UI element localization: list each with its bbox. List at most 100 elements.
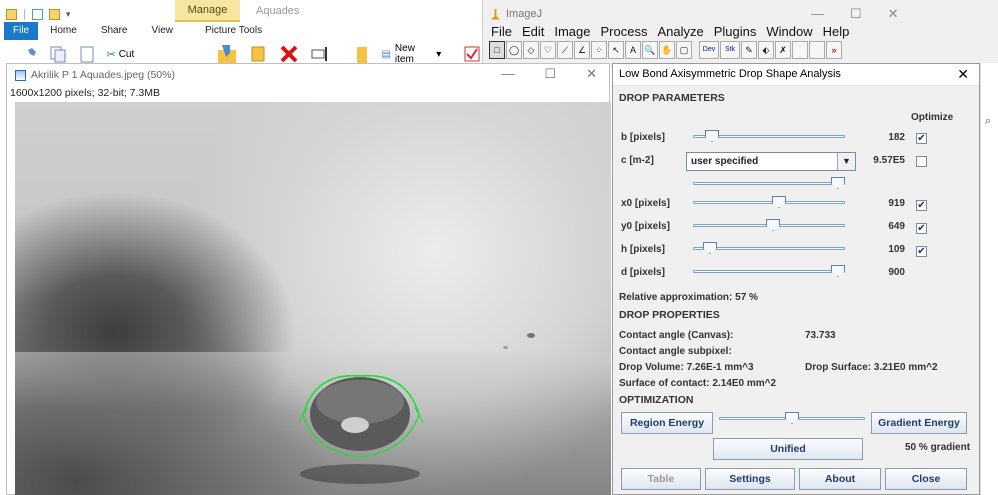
properties-icon[interactable] [31,8,43,20]
freehand-tool-icon[interactable]: ♡ [540,41,556,59]
drop-image-canvas[interactable] [15,102,611,495]
more-tools-icon[interactable]: » [826,41,842,59]
close-icon[interactable]: ✕ [957,66,969,83]
folder-icon[interactable] [6,8,17,20]
lbadsa-dialog: Low Bond Axisymmetric Drop Shape Analysi… [612,63,980,495]
y0-optimize-checkbox[interactable]: ✔ [916,223,927,234]
tab-view[interactable]: View [140,22,186,40]
qat-dropdown-icon[interactable]: ▾ [66,9,71,20]
rectangle-tool-icon[interactable]: □ [489,41,505,59]
stack-tool-icon[interactable]: Stk [720,41,740,59]
menu-process[interactable]: Process [601,24,648,39]
quick-access-toolbar: | ▾ [6,6,70,22]
search-icon[interactable]: ⌕ [985,115,991,128]
new-folder-icon[interactable] [48,8,60,20]
flood-fill-tool-icon[interactable]: ⬖ [758,41,774,59]
about-button[interactable]: About [799,468,881,490]
dropper-tool-icon[interactable]: ▢ [676,41,692,59]
imagej-window: ImageJ — ☐ ✕ File Edit Image Process Ana… [482,0,998,68]
menu-analyze[interactable]: Analyze [657,24,703,39]
cut-label[interactable]: Cut [119,49,135,60]
image-window-controls: — ☐ ✕ [501,66,597,82]
imagej-logo-icon [491,8,500,20]
x0-slider[interactable] [693,196,845,208]
imagej-menubar: File Edit Image Process Analyze Plugins … [491,24,849,39]
line-tool-icon[interactable]: ⟋ [557,41,573,59]
pin-icon[interactable] [22,46,37,62]
dev-tool-icon[interactable]: Dev [699,41,719,59]
minimize-icon[interactable]: — [811,6,824,22]
unified-button[interactable]: Unified [713,438,863,460]
copy-icon[interactable] [49,45,66,63]
menu-edit[interactable]: Edit [522,24,544,39]
section-optimization: OPTIMIZATION [619,394,694,406]
tab-home[interactable]: Home [38,22,89,40]
magnifier-tool-icon[interactable]: 🔍 [642,41,658,59]
new-item-button[interactable]: ▤ New item ▾ [381,43,441,65]
contact-angle-canvas-value: 73.733 [805,330,836,341]
settings-button[interactable]: Settings [705,468,795,490]
c-optimize-checkbox[interactable] [916,156,927,167]
empty-tool-slot[interactable] [809,41,825,59]
text-tool-icon[interactable]: A [625,41,641,59]
contact-angle-canvas-label: Contact angle (Canvas): [619,330,734,341]
folder-move-icon[interactable] [216,43,237,65]
section-drop-properties: DROP PROPERTIES [619,309,720,321]
table-button[interactable]: Table [621,468,701,490]
dialog-title: Low Bond Axisymmetric Drop Shape Analysi… [619,68,841,80]
x0-optimize-checkbox[interactable]: ✔ [916,200,927,211]
tab-share[interactable]: Share [89,22,140,40]
c-slider[interactable] [693,177,845,189]
b-slider[interactable] [693,130,845,142]
rename-icon[interactable] [310,44,329,64]
point-tool-icon[interactable]: ⁘ [591,41,607,59]
empty-tool-slot[interactable] [792,41,808,59]
oval-tool-icon[interactable]: ◯ [506,41,522,59]
chevron-down-icon: ▾ [436,48,442,60]
d-slider[interactable] [693,265,845,277]
param-value: 900 [888,267,905,278]
c-mode-select[interactable]: user specified ▼ [686,152,856,171]
angle-tool-icon[interactable]: ∠ [574,41,590,59]
maximize-icon[interactable]: ☐ [544,66,556,82]
brush-tool-icon[interactable]: ✎ [741,41,757,59]
maximize-icon[interactable]: ☐ [850,6,862,22]
optimization-weight-slider[interactable] [719,412,865,424]
gradient-energy-button[interactable]: Gradient Energy [871,412,967,434]
region-energy-button[interactable]: Region Energy [621,412,713,434]
wand-tool-icon[interactable]: ↖ [608,41,624,59]
param-value: 109 [888,244,905,255]
menu-plugins[interactable]: Plugins [714,24,757,39]
tab-file[interactable]: File [4,22,39,40]
param-value: 649 [888,221,905,232]
polygon-tool-icon[interactable]: ◇ [523,41,539,59]
menu-image[interactable]: Image [554,24,590,39]
paste-icon[interactable] [78,45,95,63]
section-drop-parameters: DROP PARAMETERS [619,92,725,104]
h-slider[interactable] [693,242,845,254]
tab-picture-tools[interactable]: Picture Tools [193,22,274,40]
new-folder-icon[interactable] [353,43,370,65]
delete-icon[interactable] [279,44,298,64]
drop-surface: Drop Surface: 3.21E0 mm^2 [805,362,938,373]
y0-slider[interactable] [693,219,845,231]
menu-file[interactable]: File [491,24,512,39]
copy-to-icon[interactable] [249,44,268,64]
close-icon[interactable]: ✕ [888,6,899,22]
b-optimize-checkbox[interactable]: ✔ [916,133,927,144]
hand-tool-icon[interactable]: ✋ [659,41,675,59]
select-icon[interactable] [463,45,480,63]
param-label: h [pixels] [621,244,665,255]
param-label: b [pixels] [621,132,665,143]
close-icon[interactable]: ✕ [586,66,597,82]
param-label: x0 [pixels] [621,198,670,209]
h-optimize-checkbox[interactable]: ✔ [916,246,927,257]
cut-icon[interactable]: ✂ [106,48,115,61]
tab-manage[interactable]: Manage [175,0,240,22]
arrow-tool-icon[interactable]: ✗ [775,41,791,59]
new-item-label: New item [394,43,415,65]
minimize-icon[interactable]: — [501,66,514,82]
menu-window[interactable]: Window [766,24,812,39]
close-button[interactable]: Close [885,468,967,490]
menu-help[interactable]: Help [823,24,850,39]
